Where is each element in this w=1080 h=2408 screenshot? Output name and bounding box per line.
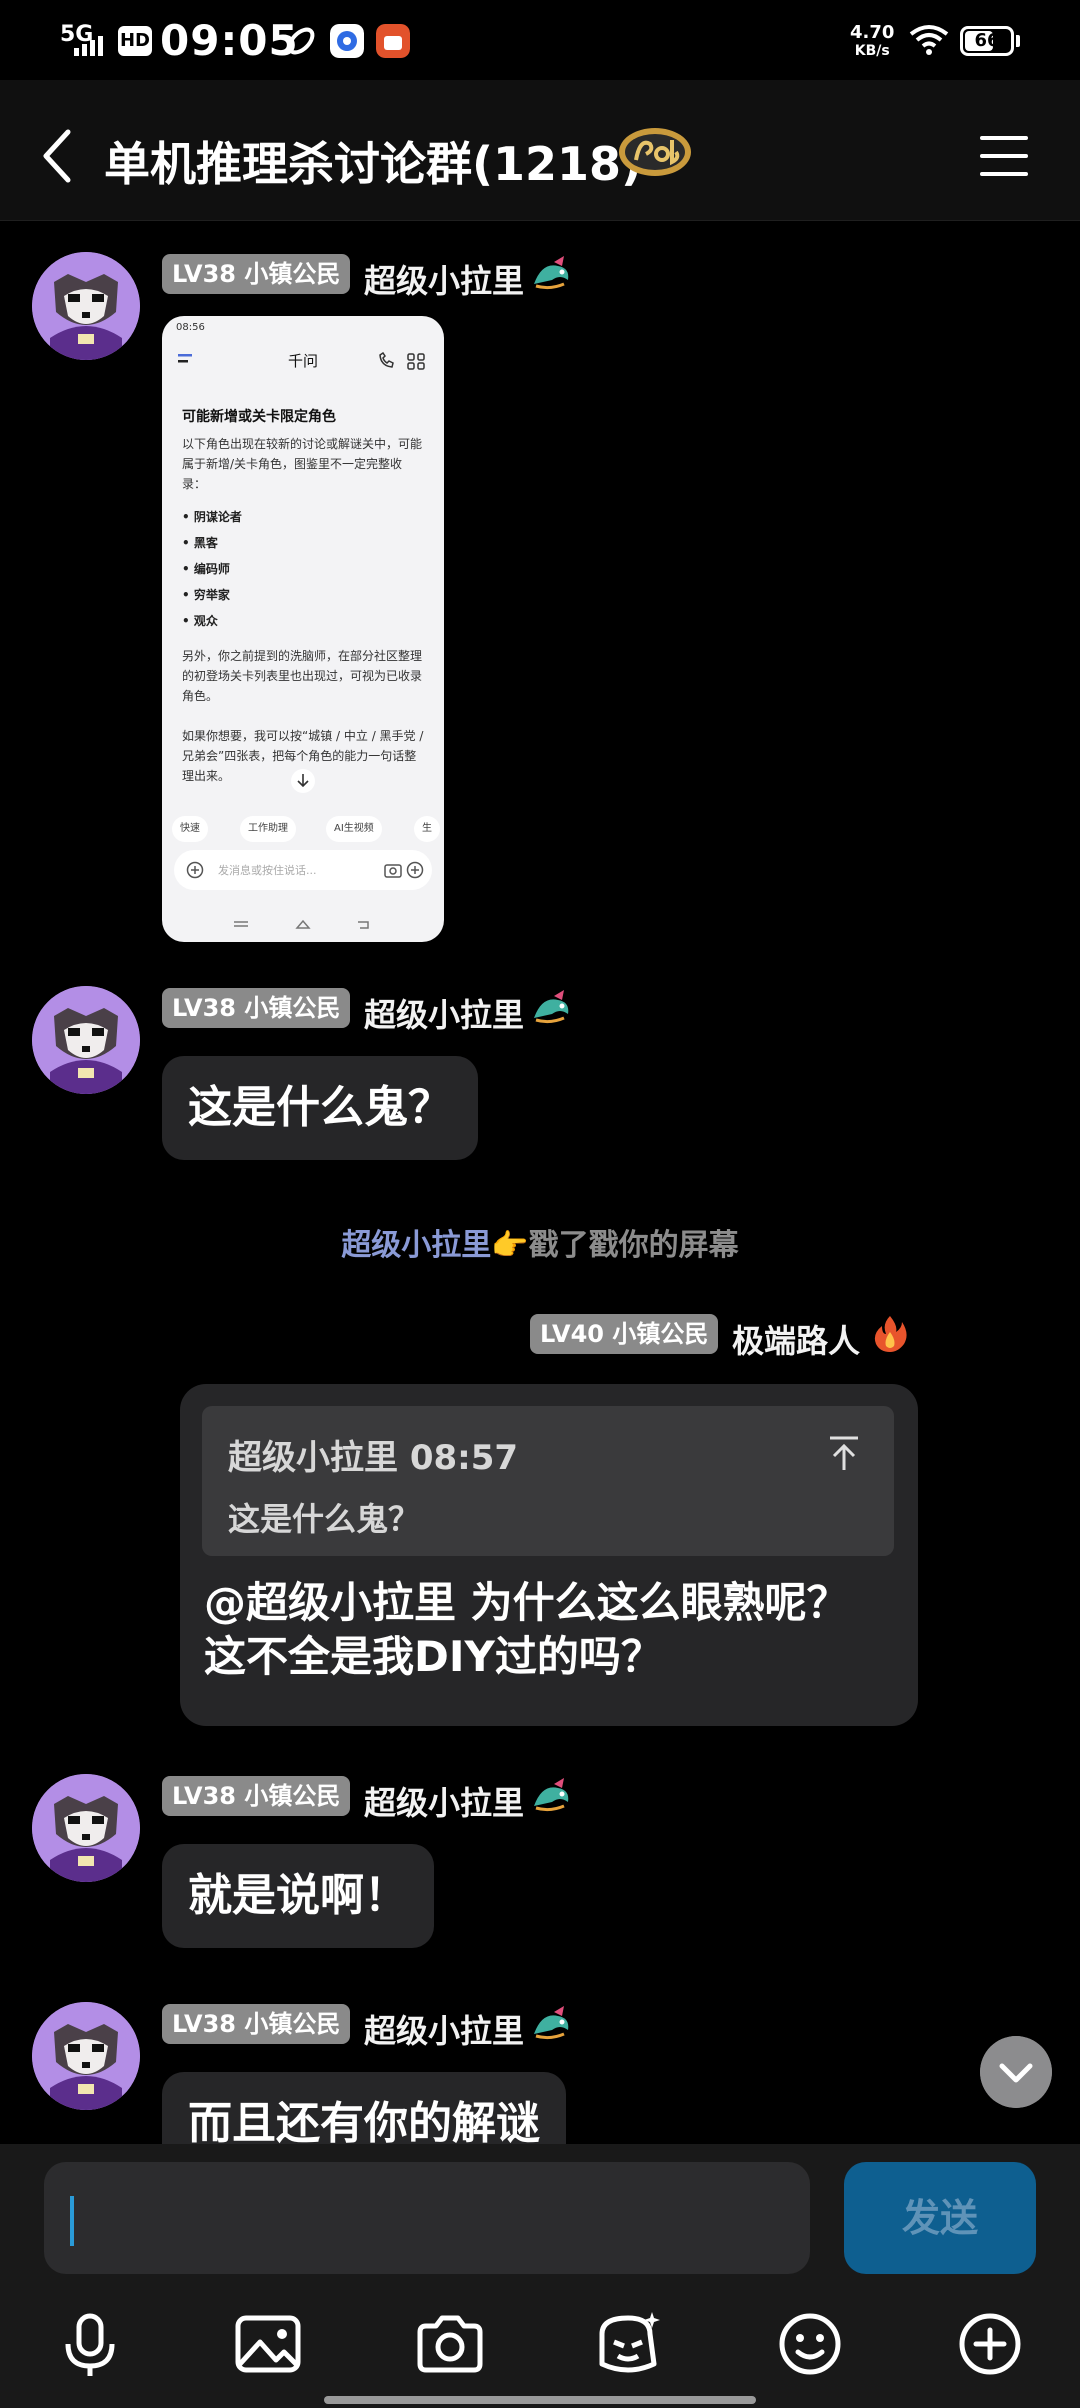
level-tag: LV40 小镇公民	[530, 1314, 719, 1354]
quoted-message[interactable]: 超级小拉里 08:57 这是什么鬼？	[202, 1406, 894, 1556]
battery-icon: 66	[960, 26, 1014, 56]
screenshot-chip: 生	[414, 816, 440, 842]
shared-screenshot[interactable]: 08:56 千问 可能新增或关卡限定角色 以下角色出现在较新的讨论或解谜关中，可…	[162, 316, 444, 942]
poke-text: 戳了戳你的屏幕	[528, 1228, 739, 1263]
sender-name[interactable]: 超级小拉里	[364, 990, 524, 1036]
screenshot-camera-add-icons	[384, 861, 424, 879]
home-indicator[interactable]	[324, 2396, 756, 2404]
screenshot-status-time: 08:56	[176, 322, 205, 333]
wifi-icon	[909, 25, 949, 55]
level-tag: LV38 小镇公民	[162, 988, 351, 1028]
add-icon[interactable]	[950, 2304, 1030, 2384]
screenshot-input: 发消息或按住说话...	[174, 850, 432, 890]
status-time: 09:05	[160, 16, 299, 65]
level-tag: LV38 小镇公民	[162, 2004, 351, 2044]
dragon-badge-icon	[534, 256, 569, 290]
screenshot-chip: 工作助理	[240, 816, 296, 842]
game-notification-icon	[376, 24, 410, 58]
reply-text: @超级小拉里 为什么这么眼熟呢？ 这不全是我DIY过的吗？	[204, 1578, 849, 1681]
message-input[interactable]	[44, 2162, 810, 2274]
chat-list[interactable]: LV38 小镇公民 超级小拉里 08:56 千问 可能新增或关卡限定角色 以下角…	[0, 220, 1080, 2144]
battery-level: 66	[974, 30, 1000, 51]
message-bubble[interactable]: 就是说啊！	[162, 1844, 434, 1948]
signal-icon	[74, 36, 103, 56]
chat-header: 单机推理杀讨论群(1218)	[0, 80, 1080, 221]
screenshot-chip: AI生视频	[326, 816, 382, 842]
sender-name[interactable]: 超级小拉里	[364, 1778, 524, 1824]
reply-bubble[interactable]: 超级小拉里 08:57 这是什么鬼？ @超级小拉里 为什么这么眼熟呢？ 这不全是…	[180, 1384, 918, 1726]
microphone-icon[interactable]	[50, 2304, 130, 2384]
sender-name[interactable]: 超级小拉里	[364, 2006, 524, 2052]
sender-name[interactable]: 超级小拉里	[364, 256, 524, 302]
avatar[interactable]	[32, 986, 140, 1094]
system-poke-message: 超级小拉里👉戳了戳你的屏幕	[0, 1220, 1080, 1264]
message-bubble[interactable]: 而且还有你的解谜	[162, 2072, 566, 2144]
app-notification-icon	[287, 27, 315, 55]
menu-button[interactable]	[976, 130, 1032, 182]
back-button[interactable]	[30, 116, 90, 196]
camera-icon[interactable]	[410, 2304, 490, 2384]
avatar[interactable]	[32, 1774, 140, 1882]
screenshot-list-item: • 观众	[182, 614, 218, 628]
composer: 发送	[0, 2144, 1080, 2408]
network-speed: 4.70 KB/s	[850, 22, 895, 60]
scroll-to-bottom-button[interactable]	[980, 2036, 1052, 2108]
poke-actor[interactable]: 超级小拉里	[341, 1228, 491, 1263]
level-tag: LV38 小镇公民	[162, 1776, 351, 1816]
screenshot-intro: 以下角色出现在较新的讨论或解谜关中，可能属于新增/关卡角色，图鉴里不一定完整收录…	[182, 437, 423, 491]
image-icon[interactable]	[228, 2304, 308, 2384]
screenshot-scroll-down-icon	[291, 769, 315, 793]
level-tag: LV38 小镇公民	[162, 254, 351, 294]
screenshot-list-item: • 编码师	[182, 562, 230, 576]
emoji-icon[interactable]	[770, 2304, 850, 2384]
screenshot-call-grid-icons	[379, 352, 425, 370]
screenshot-plus-icon	[186, 861, 204, 879]
dragon-badge-icon	[534, 990, 569, 1024]
screenshot-heading: 可能新增或关卡限定角色	[182, 409, 336, 425]
avatar[interactable]	[32, 252, 140, 360]
message-bubble[interactable]: 这是什么鬼？	[162, 1056, 478, 1160]
dragon-badge-icon	[534, 1778, 569, 1812]
dragon-badge-icon	[534, 2006, 569, 2040]
browser-notification-icon	[330, 24, 364, 58]
screenshot-nav-bar	[234, 919, 369, 929]
screenshot-list-item: • 阴谋论者	[182, 510, 242, 524]
group-title: 单机推理杀讨论群(1218)	[104, 137, 643, 191]
battery-tip	[1016, 35, 1020, 47]
screenshot-list-item: • 穷举家	[182, 588, 230, 602]
sender-name[interactable]: 极端路人	[732, 1316, 860, 1362]
screenshot-chip: 快速	[172, 816, 208, 842]
send-button[interactable]: 发送	[844, 2162, 1036, 2274]
screenshot-list-item: • 黑客	[182, 536, 218, 550]
avatar[interactable]	[32, 2002, 140, 2110]
hd-badge: HD	[118, 26, 152, 56]
status-bar: 5G HD 09:05 4.70 KB/s 66	[0, 0, 1080, 80]
sticker-icon[interactable]	[588, 2304, 668, 2384]
fire-badge-icon	[874, 1316, 907, 1352]
group-badge-icon	[619, 128, 691, 176]
screenshot-paragraph: 另外，你之前提到的洗脑师，在部分社区整理的初登场关卡列表里也出现过，可视为已收录…	[182, 649, 423, 703]
quote-text: 这是什么鬼？	[228, 1500, 421, 1538]
jump-to-quote-icon[interactable]	[824, 1434, 864, 1474]
text-caret	[70, 2196, 74, 2246]
quote-header: 超级小拉里 08:57	[228, 1438, 519, 1478]
pointing-hand-icon: 👉	[491, 1228, 529, 1263]
